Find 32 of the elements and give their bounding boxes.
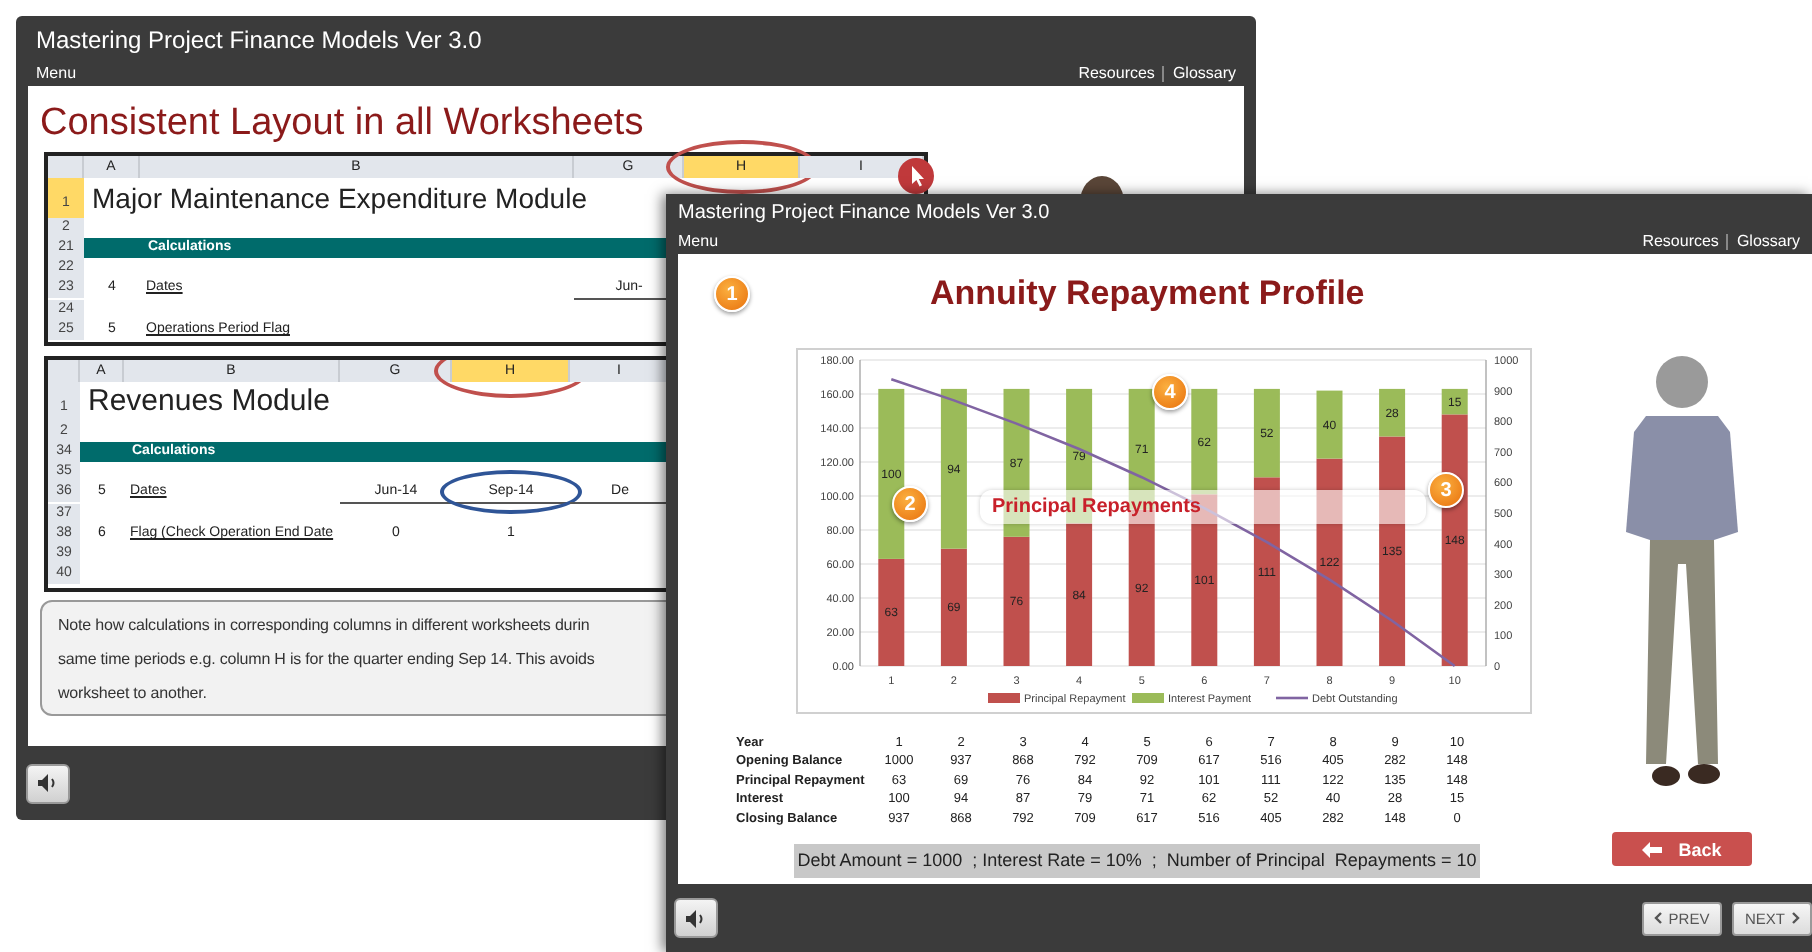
speaker-icon [38,774,58,792]
chart-bar [1003,536,1030,666]
callout-label: Principal Repayments [980,490,1426,524]
chevron-right-icon [1791,912,1799,924]
chart-bar [940,548,967,666]
audio-button[interactable] [26,763,70,803]
note-text: same time periods e.g. column H is for the quarter ending Sep 14. This avoids [58,648,597,672]
step-badge: 2 [892,486,928,522]
step-badge: 1 [714,276,750,312]
speaker-icon [686,909,706,927]
resources-link[interactable]: Resources [1642,232,1719,250]
step-badge: 4 [1152,374,1188,410]
chevron-left-icon [1654,912,1663,924]
glossary-link[interactable]: Glossary [1172,64,1236,82]
glossary-link[interactable]: Glossary [1736,232,1800,250]
back-button[interactable]: Back [1612,832,1752,866]
chart-bar [1066,523,1093,666]
menu-link[interactable]: Menu [678,232,719,250]
menu-link[interactable]: Menu [36,64,77,82]
note-text: worksheet to another. [58,682,209,706]
note-text: Note how calculations in corresponding columns in different worksheets durin [58,614,592,638]
slide-heading: Consistent Layout in all Worksheets [38,100,646,148]
window-title: Mastering Project Finance Models Ver 3.0 [36,26,484,54]
arrow-left-icon [1642,841,1663,857]
window-title: Mastering Project Finance Models Ver 3.0 [678,202,1052,224]
sheet-title: Major Maintenance Expenditure Module [90,180,587,218]
sheet-title: Revenues Module [86,382,330,422]
step-badge: 3 [1428,472,1464,508]
audio-button[interactable] [674,898,718,938]
summary-bar: Debt Amount = 1000 ; Interest Rate = 10% ; Number of Principal Repayments = 10 [794,844,1480,879]
resources-link[interactable]: Resources [1078,64,1155,82]
slide-heading: Annuity Repayment Profile [930,274,1365,314]
